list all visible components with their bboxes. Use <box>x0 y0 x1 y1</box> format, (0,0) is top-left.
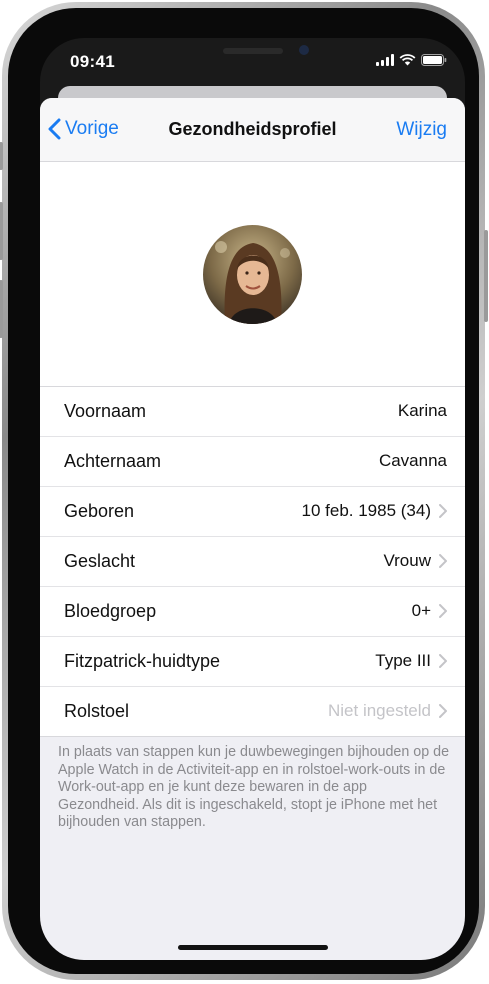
field-row-geslacht[interactable]: Geslacht Vrouw <box>40 537 465 587</box>
volume-up-button <box>0 202 3 260</box>
field-label: Geboren <box>64 501 135 521</box>
front-camera <box>299 45 309 55</box>
field-row-geboren[interactable]: Geboren 10 feb. 1985 (34) <box>40 487 465 537</box>
field-value: Type III <box>375 651 447 671</box>
wheelchair-footnote: In plaats van stappen kun je duwbeweging… <box>58 744 450 831</box>
phone-bezel: 09:41 Vorige Gezondheidsprofiel Wijzig V… <box>8 8 479 974</box>
health-profile-sheet: Vorige Gezondheidsprofiel Wijzig Voornaa… <box>40 98 465 960</box>
edit-button[interactable]: Wijzig <box>396 119 447 141</box>
speaker-grille <box>223 48 283 54</box>
screen: 09:41 Vorige Gezondheidsprofiel Wijzig V… <box>40 38 465 960</box>
chevron-right-icon <box>439 604 447 618</box>
volume-down-button <box>0 280 3 338</box>
field-value: Cavanna <box>378 451 447 470</box>
field-value: Karina <box>397 401 447 420</box>
status-time: 09:41 <box>70 52 115 71</box>
field-row-rolstoel[interactable]: Rolstoel Niet ingesteld <box>40 687 465 737</box>
field-label: Voornaam <box>64 401 147 421</box>
field-row-huidtype[interactable]: Fitzpatrick-huidtype Type III <box>40 637 465 687</box>
status-icons <box>376 54 447 66</box>
field-label: Bloedgroep <box>64 601 157 621</box>
phone-frame: 09:41 Vorige Gezondheidsprofiel Wijzig V… <box>0 2 488 980</box>
profile-header <box>40 162 465 387</box>
field-label: Geslacht <box>64 551 136 571</box>
power-button <box>484 230 488 322</box>
field-label: Fitzpatrick-huidtype <box>64 651 221 671</box>
chevron-right-icon <box>439 704 447 718</box>
battery-icon <box>421 54 447 66</box>
mute-switch <box>0 142 3 170</box>
chevron-right-icon <box>439 504 447 518</box>
chevron-right-icon <box>439 554 447 568</box>
field-value: Niet ingesteld <box>328 701 447 721</box>
chevron-right-icon <box>439 654 447 668</box>
field-row-bloedgroep[interactable]: Bloedgroep 0+ <box>40 587 465 637</box>
field-row-achternaam[interactable]: Achternaam Cavanna <box>40 437 465 487</box>
cellular-signal-icon <box>376 54 394 66</box>
wifi-icon <box>399 54 416 66</box>
avatar[interactable] <box>203 225 302 324</box>
field-value: Vrouw <box>383 551 447 571</box>
home-indicator[interactable] <box>178 945 328 950</box>
field-label: Rolstoel <box>64 701 130 721</box>
field-label: Achternaam <box>64 451 162 471</box>
profile-fields-list: Voornaam Karina Achternaam Cavanna Gebor… <box>40 387 465 737</box>
field-row-voornaam[interactable]: Voornaam Karina <box>40 387 465 437</box>
field-value: 0+ <box>412 601 447 621</box>
field-value: 10 feb. 1985 (34) <box>302 501 447 521</box>
navigation-bar: Vorige Gezondheidsprofiel Wijzig <box>40 98 465 162</box>
